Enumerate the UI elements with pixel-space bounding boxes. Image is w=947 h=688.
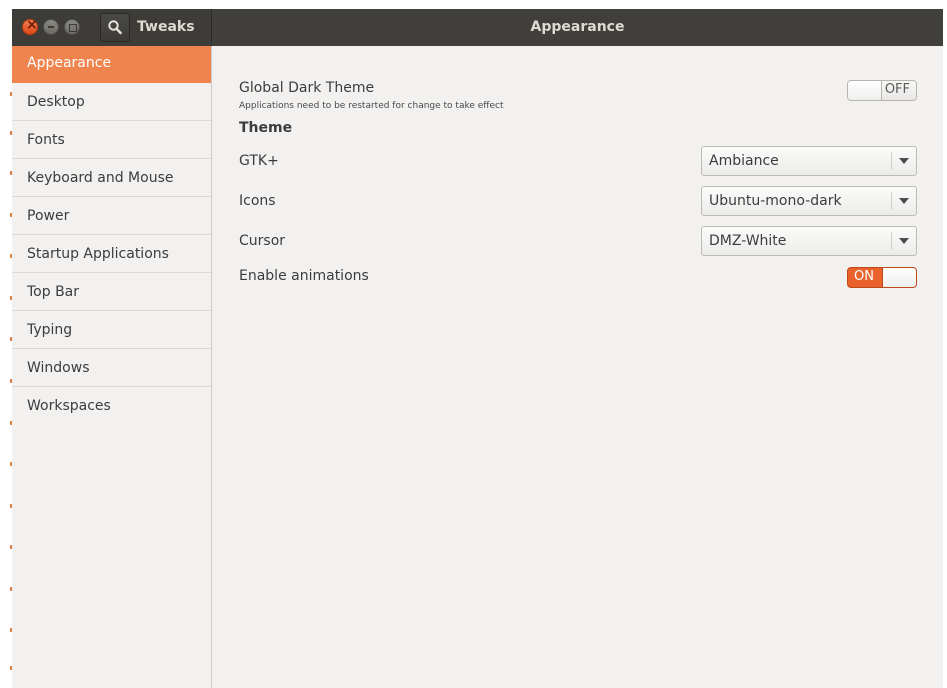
page-title: Appearance [530,19,625,35]
combo-divider [891,232,892,250]
gtk-theme-select[interactable]: Ambiance [701,146,917,176]
main-titlebar: Appearance [212,9,943,46]
icon-theme-value: Ubuntu-mono-dark [709,193,842,209]
sidebar-item-startup-applications[interactable]: Startup Applications [12,235,211,273]
sidebar-item-label: Startup Applications [27,246,169,262]
gtk-label: GTK+ [239,153,279,169]
animations-label: Enable animations [239,268,369,284]
theme-section-heading: Theme [239,120,293,136]
sidebar-item-typing[interactable]: Typing [12,311,211,349]
app-title: Tweaks [137,19,195,35]
icon-theme-select[interactable]: Ubuntu-mono-dark [701,186,917,216]
cursor-theme-value: DMZ-White [709,233,787,249]
sidebar-item-workspaces[interactable]: Workspaces [12,387,211,425]
switch-state: OFF [884,82,910,97]
sidebar-item-desktop[interactable]: Desktop [12,83,211,121]
gtk-theme-value: Ambiance [709,153,779,169]
sidebar-titlebar: Tweaks [12,9,212,46]
sidebar-item-keyboard-and-mouse[interactable]: Keyboard and Mouse [12,159,211,197]
sidebar-item-power[interactable]: Power [12,197,211,235]
sidebar-item-label: Desktop [27,94,85,110]
dark-theme-note: Applications need to be restarted for ch… [239,101,504,111]
sidebar-item-label: Power [27,208,70,224]
chevron-down-icon [899,198,909,204]
appearance-panel: Global Dark Theme Applications need to b… [213,46,943,688]
combo-divider [891,152,892,170]
animations-switch[interactable]: ON [847,267,917,288]
switch-state: ON [854,269,874,284]
chevron-down-icon [899,158,909,164]
sidebar-item-label: Top Bar [27,284,80,300]
sidebar-item-fonts[interactable]: Fonts [12,121,211,159]
sidebar-item-top-bar[interactable]: Top Bar [12,273,211,311]
dark-theme-label: Global Dark Theme [239,80,375,96]
sidebar-item-label: Typing [27,322,73,338]
switch-knob [848,81,882,100]
minimize-icon[interactable] [43,19,59,35]
sidebar-item-label: Windows [27,360,90,376]
sidebar-item-appearance[interactable]: Appearance [12,46,211,83]
search-button[interactable] [100,13,130,42]
combo-divider [891,192,892,210]
switch-knob [882,268,916,287]
cursor-theme-select[interactable]: DMZ-White [701,226,917,256]
dark-theme-switch[interactable]: OFF [847,80,917,101]
sidebar-item-label: Workspaces [27,398,111,414]
search-icon [108,20,122,35]
sidebar-item-label: Keyboard and Mouse [27,170,174,186]
chevron-down-icon [899,238,909,244]
sidebar-item-label: Appearance [27,55,112,71]
sidebar-item-windows[interactable]: Windows [12,349,211,387]
sidebar: Appearance Desktop Fonts Keyboard and Mo… [12,46,212,688]
cursor-label: Cursor [239,233,286,249]
close-icon[interactable] [22,17,38,35]
maximize-icon[interactable] [64,19,80,35]
sidebar-item-label: Fonts [27,132,65,148]
tweaks-window: Tweaks Appearance Appearance Desktop Fon… [12,9,943,688]
icons-label: Icons [239,193,276,209]
